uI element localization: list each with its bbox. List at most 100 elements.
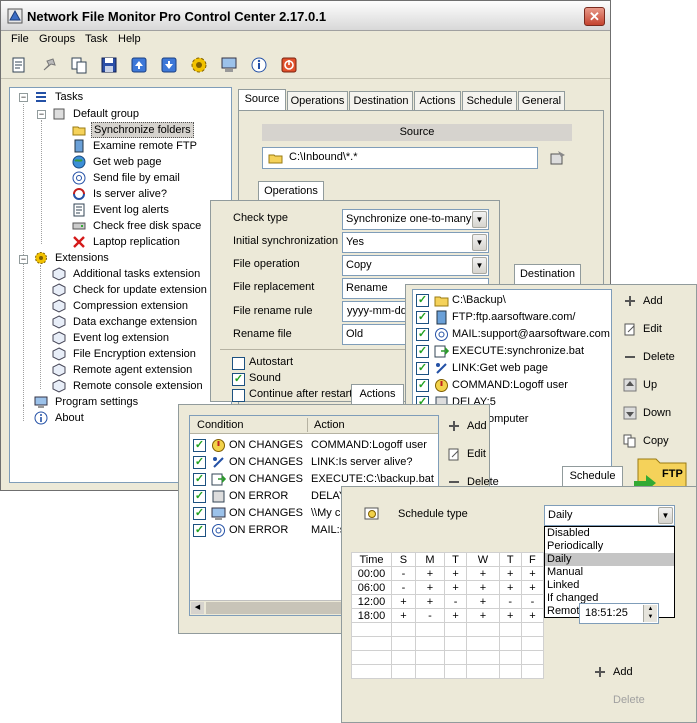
initial-sync-select[interactable]: Yes ▼: [342, 232, 489, 253]
menu-file[interactable]: File: [11, 33, 29, 45]
tab-destination[interactable]: Destination: [349, 91, 413, 111]
save-icon[interactable]: [99, 55, 119, 75]
window-title: Network File Monitor Pro Control Center …: [27, 9, 327, 24]
table-row[interactable]: 12:00 + + - + - -: [351, 594, 545, 609]
menu-task[interactable]: Task: [85, 33, 108, 45]
schedule-time-field[interactable]: 18:51:25 ▲ ▼: [579, 603, 659, 624]
toolbar: [1, 51, 610, 79]
action-checkbox[interactable]: ✓: [193, 439, 206, 452]
ftp-server-icon: [436, 310, 447, 325]
ftp-server-icon: [74, 139, 84, 153]
dropdown-option[interactable]: Daily: [545, 553, 674, 566]
destination-checkbox[interactable]: ✓: [416, 311, 429, 324]
pin-icon[interactable]: [39, 55, 59, 75]
initial-sync-label: Initial synchronization: [233, 235, 339, 247]
table-row[interactable]: 06:00 - + + + + +: [351, 580, 545, 595]
upload-icon[interactable]: [129, 55, 149, 75]
scroll-left-icon[interactable]: ◀: [191, 602, 204, 614]
new-task-icon[interactable]: [9, 55, 29, 75]
settings-gear-icon[interactable]: [189, 55, 209, 75]
dropdown-option[interactable]: Disabled: [545, 527, 674, 540]
email-at-icon: [212, 524, 225, 537]
list-item[interactable]: ✓ COMMAND:Logoff user: [413, 377, 611, 394]
plus-icon: [595, 667, 605, 677]
action-checkbox[interactable]: ✓: [193, 456, 206, 469]
info-icon[interactable]: [249, 55, 269, 75]
action-checkbox[interactable]: ✓: [193, 524, 206, 537]
action-checkbox[interactable]: ✓: [193, 473, 206, 486]
extension-cube-icon: [52, 267, 66, 281]
chevron-down-icon: ▼: [472, 257, 487, 274]
check-type-select[interactable]: Synchronize one-to-many ▼: [342, 209, 489, 230]
tab-schedule[interactable]: Schedule: [462, 91, 517, 111]
tasks-icon: [36, 92, 46, 102]
edit-icon: [624, 323, 635, 336]
plus-icon: [449, 421, 459, 431]
destination-checkbox[interactable]: ✓: [416, 345, 429, 358]
autostart-checkbox[interactable]: [232, 357, 245, 370]
destination-checkbox[interactable]: ✓: [416, 379, 429, 392]
tab-destination-inner[interactable]: Destination: [514, 264, 581, 286]
download-icon[interactable]: [159, 55, 179, 75]
app-icon: [7, 8, 23, 24]
day-column-header: T: [498, 552, 522, 567]
expand-tasks-toggle[interactable]: −: [19, 93, 28, 102]
expand-default-group-toggle[interactable]: −: [37, 110, 46, 119]
menu-groups[interactable]: Groups: [39, 33, 75, 45]
list-item[interactable]: ✓ EXECUTE:synchronize.bat: [413, 343, 611, 360]
menu-help[interactable]: Help: [118, 33, 141, 45]
source-path-field[interactable]: C:\Inbound\*.*: [262, 147, 538, 169]
arrow-down-icon: [623, 406, 637, 420]
list-item[interactable]: ✓ FTP:ftp.aarsoftware.com/: [413, 309, 611, 326]
menu-bar: File Groups Task Help: [1, 31, 610, 49]
schedule-grid[interactable]: Time S M T W T F 00:00 - + + + + + 06:00 - + + +…: [351, 552, 545, 679]
schedule-type-select[interactable]: Daily ▼: [544, 505, 675, 526]
settings-computer-icon: [34, 396, 48, 408]
rename-rule-label: File rename rule: [233, 305, 313, 317]
disabled-x-icon: [73, 236, 85, 248]
power-icon[interactable]: [279, 55, 299, 75]
tab-actions[interactable]: Actions: [414, 91, 461, 111]
extension-cube-icon: [52, 299, 66, 313]
list-item[interactable]: ✓ MAIL:support@aarsoftware.com: [413, 326, 611, 343]
destination-checkbox[interactable]: ✓: [416, 362, 429, 375]
schedule-header-row: Time S M T W T F: [351, 552, 545, 567]
network-computer-icon: [211, 507, 226, 520]
action-column-header[interactable]: Action: [314, 419, 345, 431]
time-spinner[interactable]: ▲ ▼: [643, 605, 657, 622]
tab-actions-inner[interactable]: Actions: [351, 384, 404, 406]
condition-column-header[interactable]: Condition: [197, 419, 243, 431]
extension-cube-icon: [52, 315, 66, 329]
table-row[interactable]: ✓ ON CHANGES LINK:Is server alive?: [190, 454, 438, 471]
browse-source-icon[interactable]: [548, 149, 568, 167]
list-item[interactable]: ✓ LINK:Get web page: [413, 360, 611, 377]
destination-checkbox[interactable]: ✓: [416, 328, 429, 341]
computer-icon[interactable]: [219, 55, 239, 75]
link-icon: [436, 363, 447, 374]
tab-operations[interactable]: Operations: [287, 91, 348, 111]
tab-schedule-inner[interactable]: Schedule: [562, 466, 623, 488]
destination-checkbox[interactable]: ✓: [416, 294, 429, 307]
action-checkbox[interactable]: ✓: [193, 507, 206, 520]
sound-checkbox[interactable]: ✓: [232, 373, 245, 386]
action-checkbox[interactable]: ✓: [193, 490, 206, 503]
folder-icon: [72, 126, 86, 136]
file-operation-select[interactable]: Copy ▼: [342, 255, 489, 276]
day-column-header: M: [414, 552, 445, 567]
table-row[interactable]: 18:00 + - + + + +: [351, 608, 545, 623]
tab-general[interactable]: General: [518, 91, 565, 111]
copy-icon[interactable]: [69, 55, 89, 75]
table-row[interactable]: ✓ ON CHANGES COMMAND:Logoff user: [190, 437, 438, 454]
dropdown-option[interactable]: Linked: [545, 579, 674, 592]
dropdown-option[interactable]: Periodically: [545, 540, 674, 553]
title-bar[interactable]: Network File Monitor Pro Control Center …: [1, 1, 610, 31]
dropdown-option[interactable]: Manual: [545, 566, 674, 579]
expand-extensions-toggle[interactable]: −: [19, 255, 28, 264]
tab-source[interactable]: Source: [238, 89, 286, 111]
close-button[interactable]: ✕: [584, 7, 605, 26]
list-item[interactable]: ✓ C:\Backup\: [413, 292, 611, 309]
table-row[interactable]: 00:00 - + + + + +: [351, 566, 545, 581]
continue-restart-checkbox[interactable]: [232, 389, 245, 402]
extension-cube-icon: [52, 347, 66, 361]
folder-icon: [434, 296, 449, 307]
